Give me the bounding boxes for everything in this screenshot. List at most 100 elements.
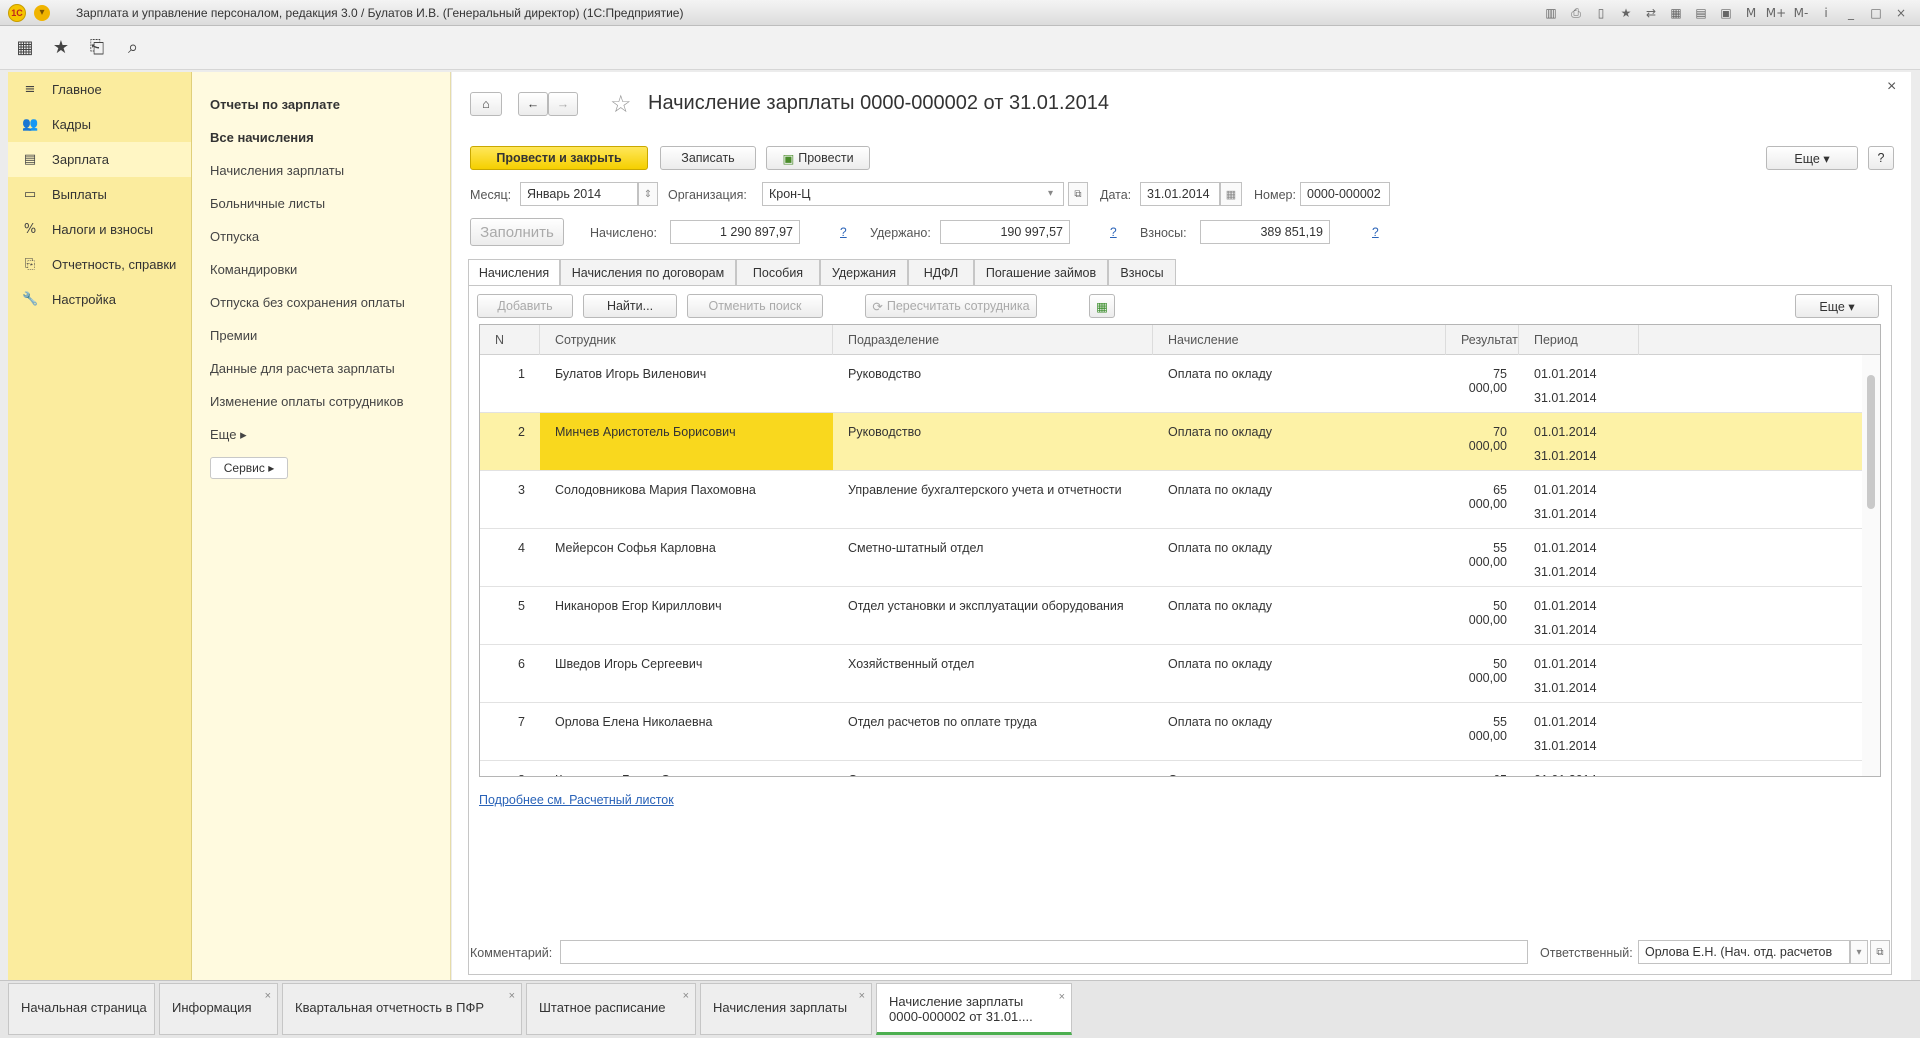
open-org-button[interactable]: ⧉ [1068, 182, 1088, 206]
memory-minus-button[interactable]: M- [1790, 3, 1812, 23]
employee-cell[interactable]: Мейерсон Софья Карловна [540, 529, 833, 586]
task-payroll-list[interactable]: Начисления зарплаты × [700, 983, 872, 1035]
column-accrual[interactable]: Начисление [1153, 325, 1446, 355]
sidebar-item-settings[interactable]: 🔧 Настройка [8, 282, 191, 317]
contrib-help-link[interactable]: ? [1372, 225, 1379, 239]
apps-icon[interactable]: ▦ [14, 37, 36, 59]
tab-contract-accruals[interactable]: Начисления по договорам [560, 259, 736, 285]
service-button[interactable]: Сервис ▸ [210, 457, 288, 479]
department-cell[interactable]: Хозяйственный отдел [833, 645, 1153, 702]
accrual-cell[interactable]: Оплата по окладу [1153, 413, 1446, 470]
add-button[interactable]: Добавить [477, 294, 573, 318]
open-responsible-button[interactable]: ⧉ [1870, 940, 1890, 964]
table-row[interactable]: 8Кузьминых Борис СеменовичОтдел автомати… [480, 761, 1862, 776]
close-icon[interactable]: × [683, 990, 689, 1002]
accrual-cell[interactable]: Оплата по окладу [1153, 471, 1446, 528]
accrual-cell[interactable]: Оплата по окладу [1153, 529, 1446, 586]
period-end-cell[interactable]: 31.01.2014 [1534, 449, 1597, 463]
period-end-cell[interactable]: 31.01.2014 [1534, 623, 1597, 637]
column-employee[interactable]: Сотрудник [540, 325, 833, 355]
responsible-field[interactable]: Орлова Е.Н. (Нач. отд. расчетов [1638, 940, 1850, 964]
post-and-close-button[interactable]: Провести и закрыть [470, 146, 648, 170]
add-table-icon[interactable]: ▦ [1089, 294, 1115, 318]
star-icon[interactable]: ★ [1615, 3, 1637, 23]
scrollbar-thumb[interactable] [1867, 375, 1875, 509]
employee-cell[interactable]: Булатов Игорь Виленович [540, 355, 833, 412]
result-cell[interactable]: 50 000,00 [1446, 587, 1519, 644]
sheet-icon[interactable]: ▤ [1690, 3, 1712, 23]
table-row[interactable]: 6 Шведов Игорь Сергеевич Хозяйственный отд… [480, 645, 1862, 703]
table-row[interactable]: 5 Никаноров Егор Кириллович Отдел установк… [480, 587, 1862, 645]
recalc-employee-button[interactable]: ⟳ Пересчитать сотрудника [865, 294, 1037, 318]
memory-plus-button[interactable]: M+ [1765, 3, 1787, 23]
row-number[interactable]: 3 [480, 471, 540, 528]
employee-cell[interactable]: Орлова Елена Николаевна [540, 703, 833, 760]
withheld-help-link[interactable]: ? [1110, 225, 1117, 239]
find-button[interactable]: Найти... [583, 294, 677, 318]
favorite-star-icon[interactable]: ☆ [610, 90, 632, 119]
row-number[interactable]: 8 [480, 761, 540, 776]
column-result[interactable]: Результат [1446, 325, 1519, 355]
employee-cell[interactable]: Кузьминых Борис Семенович [540, 761, 833, 776]
task-home-page[interactable]: Начальная страница [8, 983, 155, 1035]
row-number[interactable]: 6 [480, 645, 540, 702]
department-cell[interactable]: Управление бухгалтерского учета и отчетн… [833, 471, 1153, 528]
arrows-icon[interactable]: ⇄ [1640, 3, 1662, 23]
employee-cell[interactable]: Солодовникова Мария Пахомовна [540, 471, 833, 528]
help-button[interactable]: ? [1868, 146, 1894, 170]
result-cell[interactable]: 55 000,00 [1446, 529, 1519, 586]
window-close-button[interactable]: × [1890, 3, 1912, 23]
close-icon[interactable]: × [509, 990, 515, 1002]
save-button[interactable]: Записать [660, 146, 756, 170]
calc-icon[interactable]: ▣ [1715, 3, 1737, 23]
close-icon[interactable]: × [1059, 990, 1065, 1005]
number-field[interactable]: 0000-000002 [1300, 182, 1390, 206]
favorites-icon[interactable]: ★ [50, 37, 72, 59]
tab-accruals[interactable]: Начисления [468, 259, 560, 286]
section-link-salary-reports[interactable]: Отчеты по зарплате [210, 88, 450, 121]
sidebar-item-payments[interactable]: ▭ Выплаты [8, 177, 191, 212]
calendar-icon[interactable]: ▦ [1665, 3, 1687, 23]
section-link-vacations[interactable]: Отпуска [210, 220, 450, 253]
table-row[interactable]: 4 Мейерсон Софья Карловна Сметно-штатный о… [480, 529, 1862, 587]
column-department[interactable]: Подразделение [833, 325, 1153, 355]
tab-contributions[interactable]: Взносы [1108, 259, 1176, 285]
chevron-down-icon[interactable]: ▾ [1048, 188, 1053, 199]
table-row[interactable]: 2 Минчев Аристотель Борисович Руководство О… [480, 413, 1862, 471]
memory-m-button[interactable]: M [1740, 3, 1762, 23]
column-period[interactable]: Период [1519, 325, 1639, 355]
period-start-cell[interactable]: 01.01.2014 [1519, 761, 1639, 776]
sidebar-item-salary[interactable]: ▤ Зарплата [8, 142, 191, 177]
department-cell[interactable]: Отдел автоматизированных систем и систем… [833, 761, 1153, 776]
info-icon[interactable]: i [1815, 3, 1837, 23]
period-end-cell[interactable]: 31.01.2014 [1534, 739, 1597, 753]
sidebar-item-main[interactable]: ≡ Главное [8, 72, 191, 107]
result-cell[interactable]: 50 000,00 [1446, 645, 1519, 702]
calendar-picker-icon[interactable]: ▦ [1220, 182, 1242, 206]
department-cell[interactable]: Отдел установки и эксплуатации оборудова… [833, 587, 1153, 644]
table-row[interactable]: 7 Орлова Елена Николаевна Отдел расчетов п… [480, 703, 1862, 761]
back-button[interactable]: ← [518, 92, 548, 116]
table-more-button[interactable]: Еще ▾ [1795, 294, 1879, 318]
column-n[interactable]: N [480, 325, 540, 355]
search-icon[interactable]: ⌕ [122, 37, 144, 59]
section-link-trips[interactable]: Командировки [210, 253, 450, 286]
accrued-help-link[interactable]: ? [840, 225, 847, 239]
forward-button[interactable]: → [548, 92, 578, 116]
book-icon[interactable]: ▥ [1540, 3, 1562, 23]
task-payroll-document[interactable]: Начисление зарплаты 0000-000002 от 31.01… [876, 983, 1072, 1035]
close-icon[interactable]: × [265, 990, 271, 1002]
row-number[interactable]: 1 [480, 355, 540, 412]
period-end-cell[interactable]: 31.01.2014 [1534, 565, 1597, 579]
row-number[interactable]: 7 [480, 703, 540, 760]
comment-field[interactable] [560, 940, 1528, 964]
employee-cell[interactable]: Шведов Игорь Сергеевич [540, 645, 833, 702]
table-scrollbar[interactable] [1862, 355, 1880, 776]
accrual-cell[interactable]: Оплата по окладу [1153, 761, 1446, 776]
department-cell[interactable]: Отдел расчетов по оплате труда [833, 703, 1153, 760]
responsible-dropdown[interactable]: ▾ [1850, 940, 1868, 964]
period-end-cell[interactable]: 31.01.2014 [1534, 507, 1597, 521]
accrual-cell[interactable]: Оплата по окладу [1153, 703, 1446, 760]
table-row[interactable]: 1 Булатов Игорь Виленович Руководство Оплат… [480, 355, 1862, 413]
section-link-bonuses[interactable]: Премии [210, 319, 450, 352]
